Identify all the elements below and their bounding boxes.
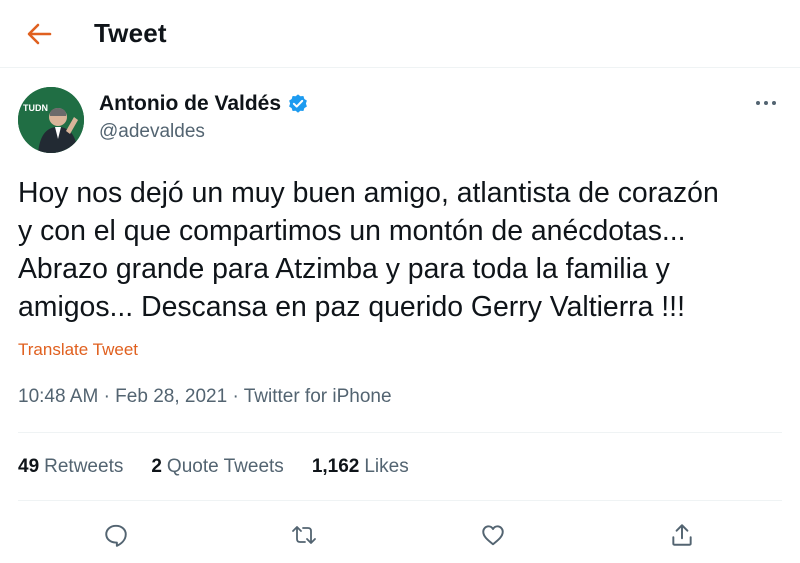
engagement-stats: 49 Retweets 2 Quote Tweets 1,162 Likes <box>18 456 409 478</box>
retweets-label: Retweets <box>44 456 124 477</box>
back-button[interactable] <box>22 17 56 51</box>
quote-tweets-label: Quote Tweets <box>166 456 284 477</box>
translate-tweet-link[interactable]: Translate Tweet <box>18 340 138 360</box>
reply-icon <box>105 524 127 547</box>
author-handle[interactable]: @adevaldes <box>99 121 205 143</box>
retweet-button[interactable] <box>284 515 324 555</box>
quote-tweets-count: 2 <box>151 456 162 477</box>
tweet-source[interactable]: Twitter for iPhone <box>244 386 392 407</box>
avatar-image: TUDN <box>18 87 84 153</box>
author-name-row[interactable]: Antonio de Valdés <box>99 92 309 116</box>
more-options-button[interactable] <box>748 90 784 116</box>
action-bar <box>0 515 800 555</box>
likes-label: Likes <box>364 456 409 477</box>
tweet-date[interactable]: Feb 28, 2021 <box>115 386 227 407</box>
author-name: Antonio de Valdés <box>99 92 282 115</box>
likes-stat[interactable]: 1,162 Likes <box>312 456 409 478</box>
more-horizontal-icon <box>756 101 776 105</box>
divider <box>18 500 782 501</box>
retweet-icon <box>292 526 316 544</box>
quote-tweets-stat[interactable]: 2 Quote Tweets <box>151 456 283 478</box>
share-button[interactable] <box>662 515 702 555</box>
retweets-stat[interactable]: 49 Retweets <box>18 456 123 478</box>
avatar-logo-text: TUDN <box>23 103 48 113</box>
page-title: Tweet <box>94 18 167 48</box>
tweet-meta: 10:48 AM · Feb 28, 2021 · Twitter for iP… <box>18 386 392 408</box>
meta-separator: · <box>103 386 110 407</box>
tweet-text: Hoy nos dejó un muy buen amigo, atlantis… <box>18 177 719 323</box>
verified-badge-icon <box>289 94 307 113</box>
tweet-time[interactable]: 10:48 AM <box>18 386 98 407</box>
likes-count: 1,162 <box>311 456 360 477</box>
like-button[interactable] <box>473 515 513 555</box>
meta-separator: · <box>232 386 239 407</box>
retweets-count: 49 <box>18 456 40 477</box>
arrow-left-icon <box>27 23 52 45</box>
heart-icon <box>482 525 504 546</box>
avatar[interactable]: TUDN <box>18 87 84 153</box>
reply-button[interactable] <box>96 515 136 555</box>
top-bar: Tweet <box>0 0 800 68</box>
share-icon <box>672 524 692 546</box>
divider <box>18 432 782 433</box>
